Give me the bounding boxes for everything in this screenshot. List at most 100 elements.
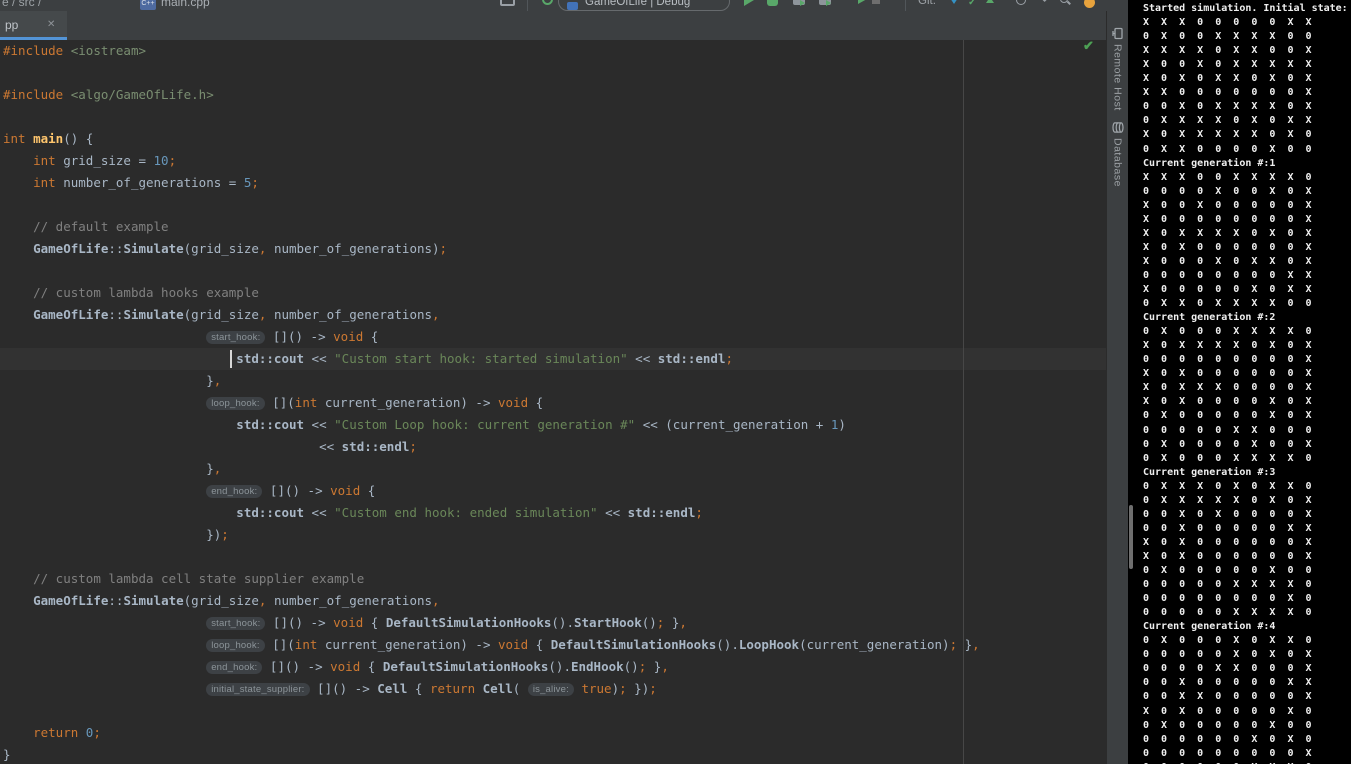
breadcrumb[interactable]: e / src / — [2, 0, 41, 9]
terminal-grid-row: 0 X X X X X 0 X 0 X — [1143, 494, 1312, 508]
code-line[interactable]: int number_of_generations = 5; — [3, 172, 259, 194]
code-lines: #include <iostream> #include <algo/GameOf… — [0, 40, 1106, 764]
code-line[interactable]: loop_hook: [](int current_generation) ->… — [3, 634, 980, 656]
code-line[interactable]: #include <iostream> — [3, 40, 146, 62]
git-label: Git: — [918, 0, 936, 7]
code-line[interactable]: }, — [3, 370, 221, 392]
code-line[interactable]: }, — [3, 458, 221, 480]
code-line[interactable]: GameOfLife::Simulate(grid_size, number_o… — [3, 590, 440, 612]
terminal-grid-row: 0 0 0 0 0 0 0 0 0 X — [1143, 747, 1312, 761]
terminal-grid-row: 0 X 0 0 0 0 X 0 0 X — [1143, 438, 1312, 452]
code-line[interactable]: end_hook: []() -> void { DefaultSimulati… — [3, 656, 669, 678]
inlay-hint: initial_state_supplier: — [206, 683, 309, 696]
terminal-grid-row: 0 0 0 0 0 0 0 0 X X — [1143, 269, 1312, 283]
code-line[interactable]: << std::endl; — [3, 436, 417, 458]
code-line[interactable]: // custom lambda cell state supplier exa… — [3, 568, 364, 590]
terminal-scrollbar-thumb[interactable] — [1129, 505, 1133, 569]
git-push-icon[interactable] — [986, 0, 994, 3]
terminal-grid-row: 0 X X 0 X X X X 0 0 — [1143, 297, 1312, 311]
sidebar-item-remote-host[interactable]: Remote Host — [1107, 27, 1128, 111]
code-line[interactable]: GameOfLife::Simulate(grid_size, number_o… — [3, 304, 440, 326]
terminal-grid-row: X 0 X 0 0 0 0 0 X 0 — [1143, 705, 1312, 719]
run-icon[interactable] — [744, 0, 754, 6]
terminal-grid-row: X 0 0 X 0 0 0 0 0 X — [1143, 199, 1312, 213]
git-update-icon[interactable] — [950, 0, 958, 4]
terminal-grid-row: X 0 X 0 0 0 0 0 0 X — [1143, 550, 1312, 564]
terminal-grid-row: X 0 X 0 0 0 0 0 0 X — [1143, 241, 1312, 255]
terminal-grid-row: 0 0 X 0 0 0 0 0 X X — [1143, 676, 1312, 690]
code-editor[interactable]: #include <iostream> #include <algo/GameOf… — [0, 40, 1106, 764]
code-line[interactable]: std::cout << "Custom start hook: started… — [3, 348, 733, 370]
breadcrumb-file[interactable]: main.cpp — [161, 0, 210, 9]
text-cursor — [230, 350, 232, 368]
ide-window: e / src / C++ main.cpp GameOfLife | Debu… — [0, 0, 1351, 764]
tab-main-cpp[interactable]: pp ✕ — [0, 11, 67, 40]
run-config-combo[interactable]: GameOfLife | Debug — [558, 0, 730, 11]
run-coverage-icon[interactable] — [793, 0, 805, 5]
search-everywhere-icon[interactable] — [1060, 0, 1068, 3]
inspections-ok-icon[interactable]: ✔ — [1083, 38, 1094, 54]
terminal-text-line: Current generation #:2 — [1143, 311, 1275, 325]
coverage-play-badge — [800, 0, 805, 6]
tab-close-icon[interactable]: ✕ — [47, 19, 55, 30]
code-line[interactable]: #include <algo/GameOfLife.h> — [3, 84, 214, 106]
git-commit-icon[interactable]: ✓ — [968, 0, 976, 8]
terminal-grid-row: X X X 0 0 X X X X 0 — [1143, 171, 1312, 185]
terminal-grid-row: X 0 X X X 0 0 0 0 X — [1143, 381, 1312, 395]
debug-icon[interactable] — [767, 0, 778, 6]
terminal-grid-row: 0 X X X 0 X 0 X X 0 — [1143, 480, 1312, 494]
terminal-grid-row: X 0 X X X X 0 X 0 X — [1143, 339, 1312, 353]
toolbar-separator — [905, 0, 906, 11]
code-line[interactable]: // custom lambda hooks example — [3, 282, 259, 304]
active-tab-underline — [0, 37, 67, 40]
code-line[interactable]: std::cout << "Custom Loop hook: current … — [3, 414, 846, 436]
toolwindows-icon[interactable] — [500, 0, 515, 6]
code-line[interactable]: return 0; — [3, 722, 101, 744]
code-line[interactable]: GameOfLife::Simulate(grid_size, number_o… — [3, 238, 447, 260]
inlay-hint: loop_hook: — [206, 397, 264, 410]
inlay-hint: end_hook: — [206, 661, 262, 674]
terminal-grid-row: 0 0 X 0 X X X X 0 X — [1143, 100, 1312, 114]
stop-icon[interactable] — [872, 0, 880, 4]
code-line[interactable]: } — [3, 744, 11, 764]
sidebar-item-database[interactable]: Database — [1107, 121, 1128, 187]
remote-host-icon — [1111, 27, 1124, 40]
terminal-grid-row: 0 0 0 0 X 0 0 X 0 X — [1143, 185, 1312, 199]
code-line[interactable]: int main() { — [3, 128, 93, 150]
terminal-grid-row: X 0 0 0 X 0 X X 0 X — [1143, 255, 1312, 269]
terminal-grid-row: X X 0 0 0 0 0 0 0 X — [1143, 86, 1312, 100]
terminal-grid-row: X 0 X X X X X 0 X 0 — [1143, 128, 1312, 142]
code-line[interactable]: loop_hook: [](int current_generation) ->… — [3, 392, 543, 414]
terminal-grid-row: X 0 0 0 0 0 0 0 0 X — [1143, 213, 1312, 227]
history-icon[interactable] — [1016, 0, 1026, 5]
stripe-label: Remote Host — [1112, 44, 1124, 111]
profiler-icon[interactable] — [819, 0, 831, 5]
code-line[interactable]: end_hook: []() -> void { — [3, 480, 375, 502]
attach-to-process-icon[interactable] — [858, 0, 867, 4]
code-line[interactable]: std::cout << "Custom end hook: ended sim… — [3, 502, 703, 524]
inlay-hint: is_alive: — [528, 683, 574, 696]
terminal-grid-row: 0 X 0 0 X X X X 0 0 — [1143, 30, 1312, 44]
rollback-icon[interactable]: ↶ — [1042, 0, 1051, 7]
terminal-panel[interactable]: Started simulation. Initial state:X X X … — [1128, 0, 1351, 764]
terminal-grid-row: 0 0 0 0 0 X X X X 0 — [1143, 578, 1312, 592]
code-line[interactable]: }); — [3, 524, 229, 546]
code-line[interactable]: start_hook: []() -> void { DefaultSimula… — [3, 612, 687, 634]
terminal-grid-row: 0 X 0 0 0 0 0 X 0 0 — [1143, 719, 1312, 733]
terminal-text-line: Current generation #:1 — [1143, 157, 1275, 171]
terminal-grid-row: X 0 X X X X 0 X 0 X — [1143, 227, 1312, 241]
terminal-grid-row: 0 0 0 0 0 X 0 X 0 X — [1143, 648, 1312, 662]
main-toolbar: e / src / C++ main.cpp GameOfLife | Debu… — [0, 0, 1128, 11]
code-line[interactable]: // default example — [3, 216, 169, 238]
code-line[interactable]: start_hook: []() -> void { — [3, 326, 378, 348]
code-line[interactable]: int grid_size = 10; — [3, 150, 176, 172]
inlay-hint: start_hook: — [206, 331, 265, 344]
build-icon[interactable] — [542, 0, 553, 5]
terminal-grid-row: 0 X 0 0 0 X X X X 0 — [1143, 325, 1312, 339]
inlay-hint: loop_hook: — [206, 639, 264, 652]
run-config-label: GameOfLife | Debug — [585, 0, 690, 8]
code-line[interactable]: initial_state_supplier: []() -> Cell { r… — [3, 678, 657, 700]
terminal-grid-row: X 0 X 0 0 0 0 0 0 X — [1143, 536, 1312, 550]
avatar[interactable] — [1084, 0, 1095, 8]
terminal-grid-row: 0 0 X 0 0 0 0 0 X X — [1143, 522, 1312, 536]
